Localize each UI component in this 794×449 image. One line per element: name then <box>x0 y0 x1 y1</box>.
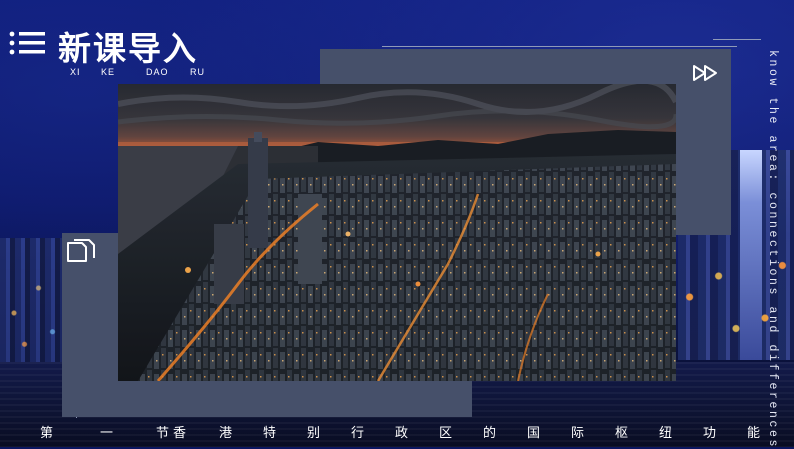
double-chevron-right-icon[interactable] <box>692 64 720 82</box>
subtitle-char: 能 <box>747 426 761 441</box>
divider-line <box>713 39 761 40</box>
subtitle-char: 节 <box>156 426 170 441</box>
page-title: 新课导入 <box>58 29 198 68</box>
document-icon <box>67 239 95 262</box>
pinyin-label: XI <box>70 67 81 77</box>
subtitle-char: 一 <box>100 426 114 441</box>
subtitle-char: 政 <box>395 426 409 441</box>
pinyin-label: KE <box>101 67 116 77</box>
subtitle-char: 纽 <box>659 426 673 441</box>
subtitle-char: 国 <box>527 426 541 441</box>
city-night-aerial-photo <box>118 84 676 381</box>
subtitle-char: 香 <box>173 426 187 441</box>
section-subtitle: 第 一 节 香 港 特 别 行 政 区 的 国 际 枢 纽 功 能 <box>0 422 794 442</box>
subtitle-char: 枢 <box>615 426 629 441</box>
subtitle-char: 区 <box>439 426 453 441</box>
subtitle-char: 第 <box>40 426 54 441</box>
subtitle-char: 港 <box>219 426 233 441</box>
menu-list-icon[interactable] <box>9 31 47 55</box>
left-skyline-image <box>0 238 70 363</box>
subtitle-char: 的 <box>483 426 497 441</box>
subtitle-char: 行 <box>351 426 365 441</box>
subtitle-char: 功 <box>703 426 717 441</box>
pinyin-label: RU <box>190 67 205 77</box>
subtitle-char: 际 <box>571 426 585 441</box>
subtitle-char: 别 <box>307 426 321 441</box>
divider-line <box>382 46 737 47</box>
subtitle-char: 特 <box>263 426 277 441</box>
pinyin-label: DAO <box>146 67 169 77</box>
side-caption: know the area: connections and differenc… <box>766 50 779 449</box>
